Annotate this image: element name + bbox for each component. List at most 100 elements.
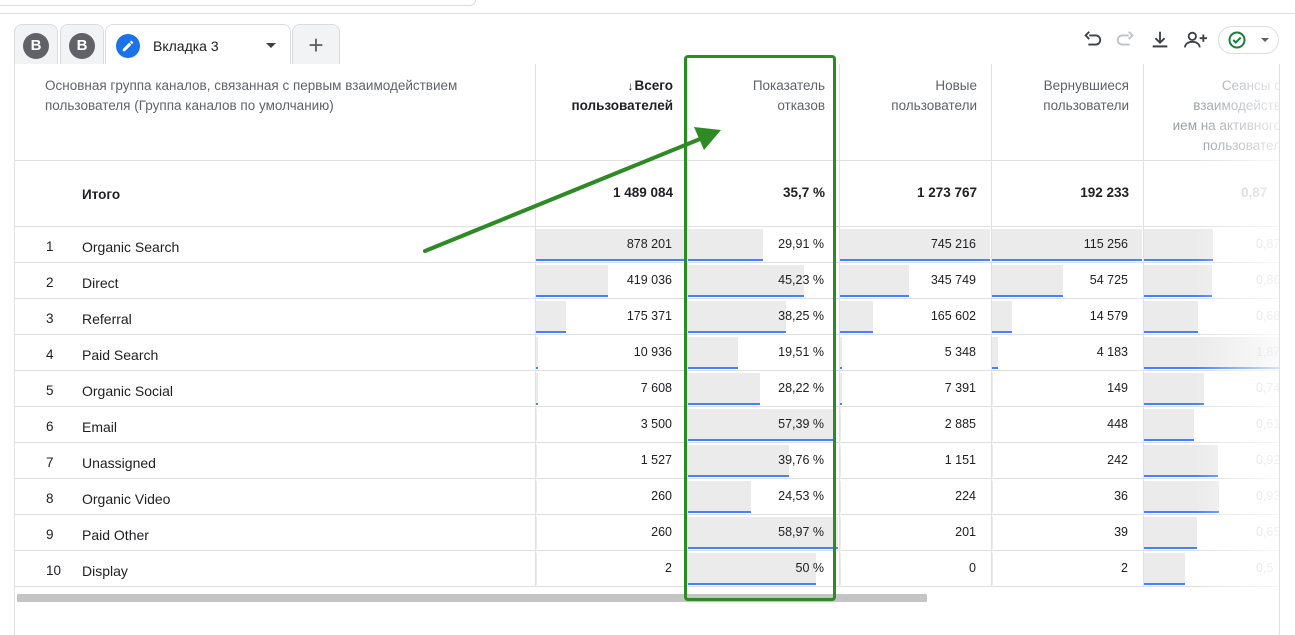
- cell-users: 1 527: [536, 445, 686, 477]
- cell-value: 0: [969, 561, 976, 575]
- cell-value: 57,39 %: [778, 417, 824, 431]
- channel-name: Organic Search: [82, 239, 180, 255]
- top-panel-edge: [0, 0, 1295, 14]
- sort-desc-icon: ↓: [627, 79, 634, 93]
- tab-menu-caret-icon[interactable]: [266, 43, 276, 48]
- value-bar: [688, 445, 789, 477]
- value-bar: [1144, 229, 1213, 261]
- cell-value: 0,86: [1256, 273, 1280, 287]
- cell-returning-users: 36: [992, 481, 1142, 513]
- row-number: 1: [46, 239, 54, 254]
- download-icon[interactable]: [1148, 28, 1172, 52]
- col-header-bounce-rate[interactable]: Показатель отказов: [687, 64, 839, 161]
- col-header-engaged-sessions[interactable]: Сеансы с взаимодейств ием на активного п…: [1143, 64, 1279, 161]
- chevron-down-icon: [1261, 38, 1269, 42]
- cell-value: 3 500: [640, 417, 672, 431]
- table-row[interactable]: 2 Direct 419 036 45,23 % 345 749 54 725 0,86: [15, 263, 1280, 299]
- table-row[interactable]: 6 Email 3 500 57,39 % 2 885 448 0,61: [15, 407, 1279, 443]
- row-number: 3: [46, 311, 54, 326]
- value-bar: [992, 517, 993, 549]
- share-user-icon[interactable]: [1182, 28, 1210, 52]
- value-bar: [1144, 301, 1198, 333]
- table-row[interactable]: 9 Paid Other 260 58,97 % 201 39 0,65: [15, 515, 1279, 551]
- value-bar: [688, 301, 786, 333]
- value-bar: [536, 481, 537, 513]
- table-row[interactable]: 3 Referral 175 371 38,25 % 165 602 14 579 0,68: [15, 299, 1279, 335]
- cell-value: 0,5: [1256, 561, 1274, 575]
- table-header: Основная группа каналов, связанная с пер…: [15, 64, 1279, 161]
- cell-returning-users: 54 725: [992, 265, 1142, 297]
- cell-value: 1,87: [1256, 345, 1280, 359]
- cell-value: 2: [665, 561, 672, 575]
- value-bar: [840, 409, 841, 441]
- row-number: 6: [46, 419, 54, 434]
- channel-name: Unassigned: [82, 455, 156, 471]
- cell-engaged-sessions: 0,86: [1144, 265, 1280, 297]
- value-bar: [992, 481, 993, 513]
- cell-users: 10 936: [536, 337, 686, 369]
- value-bar: [992, 373, 993, 405]
- cell-new-users: 224: [840, 481, 990, 513]
- table-row[interactable]: 4 Paid Search 10 936 19,51 % 5 348 4 183 1,87: [15, 335, 1280, 371]
- table-row[interactable]: 5 Organic Social 7 608 28,22 % 7 391 149 0,74: [15, 371, 1279, 407]
- row-number: 7: [46, 455, 54, 470]
- cell-value: 0,92: [1256, 453, 1280, 467]
- total-users-value: 1 489 084: [612, 185, 673, 200]
- value-bar: [840, 373, 842, 405]
- tab-vkladka-3[interactable]: Вкладка 3: [105, 24, 291, 66]
- value-bar: [536, 553, 537, 585]
- cell-users: 2: [536, 553, 686, 585]
- value-bar: [1144, 373, 1204, 405]
- channel-name: Paid Search: [82, 347, 159, 363]
- cell-value: 10 936: [633, 345, 672, 359]
- cell-value: 38,25 %: [778, 309, 824, 323]
- cell-value: 28,22 %: [778, 381, 824, 395]
- col-header-returning-users[interactable]: Вернувшиеся пользователи: [991, 64, 1143, 161]
- channel-name: Email: [82, 419, 118, 435]
- total-returning-value: 192 233: [1080, 185, 1129, 200]
- pencil-icon: [116, 33, 140, 58]
- cell-new-users: 165 602: [840, 301, 990, 333]
- row-number: 10: [46, 563, 62, 578]
- status-dropdown[interactable]: [1218, 26, 1279, 54]
- value-bar: [840, 517, 841, 549]
- cell-value: 419 036: [626, 273, 672, 287]
- value-bar: [688, 373, 760, 405]
- value-bar: [1144, 409, 1194, 441]
- value-bar: [840, 553, 841, 585]
- total-new-users-value: 1 273 767: [916, 185, 977, 200]
- cell-engaged-sessions: 1,87: [1144, 337, 1280, 369]
- cell-value: 19,51 %: [778, 345, 824, 359]
- cell-new-users: 5 348: [840, 337, 990, 369]
- tab-b-1[interactable]: B: [14, 24, 58, 66]
- cell-value: 175 371: [626, 309, 672, 323]
- cell-engaged-sessions: 0,92: [1144, 445, 1280, 477]
- cell-new-users: 1 151: [840, 445, 990, 477]
- horizontal-scrollbar[interactable]: [17, 594, 927, 602]
- cell-value: 45,23 %: [778, 273, 824, 287]
- table-row[interactable]: 1 Organic Search 878 201 29,91 % 745 216 115 …: [15, 227, 1279, 263]
- col-header-new-users[interactable]: Новые пользователи: [839, 64, 991, 161]
- tab-b-2[interactable]: B: [60, 24, 104, 66]
- cell-returning-users: 14 579: [992, 301, 1142, 333]
- value-bar: [536, 337, 538, 369]
- table-row[interactable]: 10 Display 2 50 % 0 2 0,5: [15, 551, 1279, 587]
- channel-name: Paid Other: [82, 527, 149, 543]
- dimension-header[interactable]: Основная группа каналов, связанная с пер…: [15, 64, 535, 161]
- value-bar: [840, 337, 842, 369]
- add-tab-button[interactable]: +: [292, 24, 340, 66]
- value-bar: [688, 481, 751, 513]
- cell-value: 242: [1107, 453, 1128, 467]
- col-header-total-users[interactable]: ↓Всего пользователей: [535, 64, 687, 161]
- value-bar: [992, 409, 993, 441]
- value-bar: [840, 265, 909, 297]
- table-row[interactable]: 8 Organic Video 260 24,53 % 224 36 0,93: [15, 479, 1279, 515]
- value-bar: [688, 229, 763, 261]
- table-row[interactable]: 7 Unassigned 1 527 39,76 % 1 151 242 0,92: [15, 443, 1280, 479]
- cell-returning-users: 39: [992, 517, 1142, 549]
- cell-new-users: 0: [840, 553, 990, 585]
- cell-new-users: 745 216: [840, 229, 990, 261]
- redo-icon[interactable]: [1114, 28, 1138, 52]
- cell-value: 165 602: [930, 309, 976, 323]
- undo-icon[interactable]: [1080, 28, 1104, 52]
